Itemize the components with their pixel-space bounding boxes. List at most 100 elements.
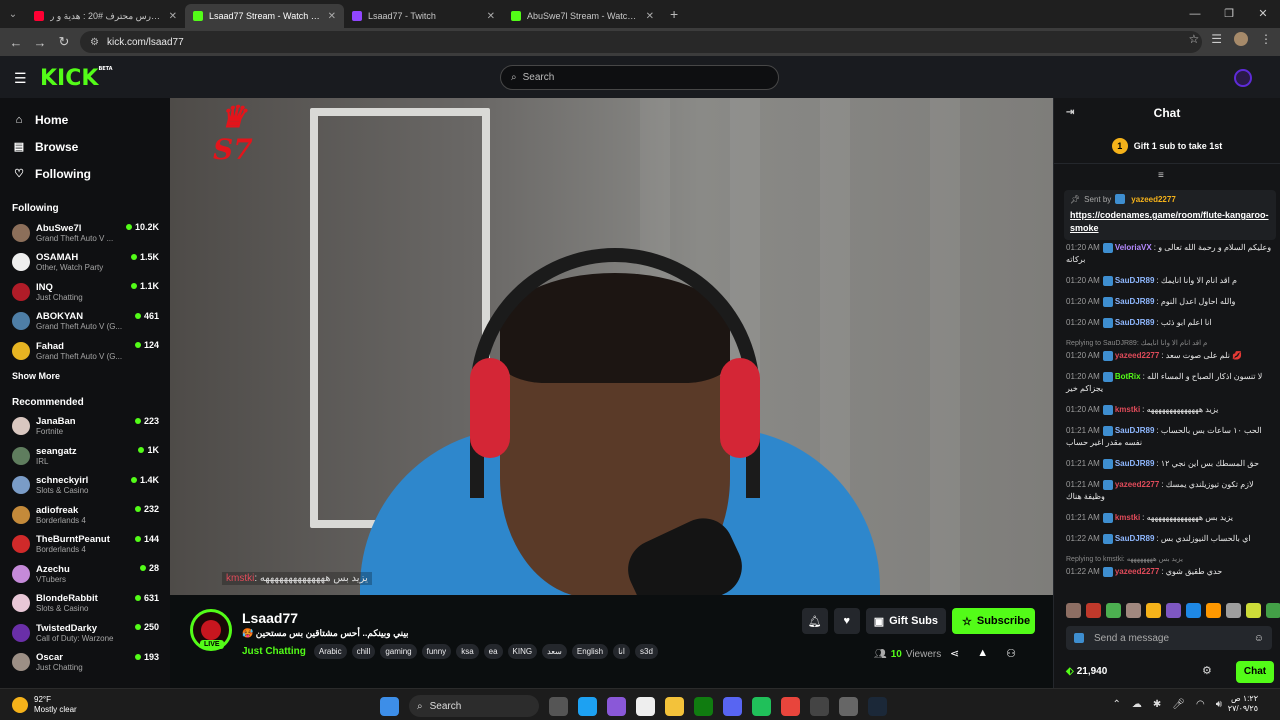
- sidebar-channel[interactable]: JanaBan Fortnite 223: [0, 412, 170, 442]
- category-link[interactable]: Just Chatting: [242, 646, 306, 657]
- hamburger-menu-icon[interactable]: ☰: [14, 70, 27, 87]
- emote-icon[interactable]: [1086, 603, 1101, 618]
- sidebar-channel[interactable]: schneckyirl Slots & Casino 1.4K: [0, 471, 170, 501]
- share-icon[interactable]: ⋖: [950, 647, 959, 660]
- subscribe-button[interactable]: ☆ Subscribe: [952, 608, 1035, 634]
- chrome-icon[interactable]: [781, 696, 800, 716]
- sidebar-browse[interactable]: ▤ Browse: [0, 133, 170, 160]
- emoji-picker-icon[interactable]: ☺: [1254, 633, 1264, 644]
- emote-icon[interactable]: [1066, 603, 1081, 618]
- close-tab-icon[interactable]: ✕: [328, 11, 336, 22]
- copilot-icon[interactable]: [607, 696, 626, 716]
- discord-icon[interactable]: [723, 696, 742, 716]
- settings-icon[interactable]: [839, 696, 858, 716]
- close-tab-icon[interactable]: ✕: [646, 11, 654, 22]
- store-icon[interactable]: [636, 696, 655, 716]
- browser-tab[interactable]: حلم حارس محترف #20 : هدية و ر ✕: [26, 4, 185, 28]
- show-more-link[interactable]: Show More: [0, 371, 170, 381]
- back-icon[interactable]: ←: [4, 35, 28, 50]
- sidebar-channel[interactable]: INQ Just Chatting 1.1K: [0, 277, 170, 307]
- sidebar-channel[interactable]: OSAMAH Other, Watch Party 1.5K: [0, 248, 170, 278]
- kick-logo[interactable]: KICKBETA: [40, 66, 113, 91]
- message-username[interactable]: kmstki: [1115, 405, 1140, 414]
- channel-name[interactable]: Lsaad77: [242, 610, 298, 626]
- new-tab-icon[interactable]: +: [662, 6, 686, 22]
- message-username[interactable]: SauDJR89: [1115, 318, 1155, 327]
- chat-input[interactable]: Send a message ☺: [1066, 626, 1272, 650]
- emote-icon[interactable]: [1146, 603, 1161, 618]
- sidebar-channel[interactable]: Azechu VTubers 28: [0, 559, 170, 589]
- volume-icon[interactable]: 🔊︎: [1216, 699, 1222, 710]
- emote-icon[interactable]: [1166, 603, 1181, 618]
- steam-icon[interactable]: [868, 696, 887, 716]
- message-username[interactable]: yazeed2277: [1115, 480, 1159, 489]
- task-view-icon[interactable]: [549, 696, 568, 716]
- message-username[interactable]: VeloriaVX: [1115, 243, 1152, 252]
- sidebar-following[interactable]: ♡ Following: [0, 160, 170, 187]
- file-explorer-icon[interactable]: [665, 696, 684, 716]
- stream-tag[interactable]: سعد: [542, 644, 567, 659]
- url-field[interactable]: ⚙ kick.com/lsaad77: [80, 31, 1202, 53]
- chat-settings-icon[interactable]: ⚙: [1202, 664, 1212, 677]
- stream-tag[interactable]: English: [571, 644, 609, 659]
- sidebar-home[interactable]: ⌂ Home: [0, 106, 170, 133]
- reload-icon[interactable]: ↻: [52, 34, 76, 50]
- gift-subs-button[interactable]: ▣ Gift Subs: [865, 608, 946, 634]
- message-username[interactable]: SauDJR89: [1115, 297, 1155, 306]
- message-username[interactable]: SauDJR89: [1115, 276, 1155, 285]
- profile-avatar[interactable]: [1234, 32, 1248, 46]
- stream-tag[interactable]: انا: [613, 644, 631, 659]
- obs-icon[interactable]: [810, 696, 829, 716]
- message-username[interactable]: SauDJR89: [1115, 459, 1155, 468]
- browser-tab-active[interactable]: Lsaad77 Stream - Watch Live o ✕: [185, 4, 344, 28]
- sidebar-channel[interactable]: BlondeRabbit Slots & Casino 631: [0, 589, 170, 619]
- sidebar-channel[interactable]: TwistedDarky Call of Duty: Warzone 250: [0, 618, 170, 648]
- stream-tag[interactable]: Arabic: [313, 644, 347, 659]
- user-avatar[interactable]: [1234, 69, 1252, 87]
- send-chat-button[interactable]: Chat: [1236, 661, 1274, 683]
- site-info-icon[interactable]: ⚙: [90, 37, 99, 48]
- stream-tag[interactable]: ea: [483, 644, 503, 659]
- search-input[interactable]: ⌕ Search: [500, 65, 779, 90]
- pin-toggle-icon[interactable]: ≡: [1158, 170, 1164, 181]
- close-tab-icon[interactable]: ✕: [487, 11, 495, 22]
- message-username[interactable]: yazeed2277: [1115, 567, 1159, 576]
- video-player[interactable]: ♛ S7 kmstki: يزيد بس ههههههههههههههه: [170, 98, 1053, 595]
- stream-tag[interactable]: KING: [507, 644, 538, 659]
- tray-chevron-icon[interactable]: ⌃: [1112, 699, 1120, 710]
- message-username[interactable]: yazeed2277: [1115, 351, 1159, 360]
- browser-tab[interactable]: Lsaad77 - Twitch ✕: [344, 4, 503, 28]
- kick-app-icon[interactable]: [752, 696, 771, 716]
- follow-button[interactable]: ♥: [833, 608, 860, 634]
- gift-sub-banner[interactable]: 1 Gift 1 sub to take 1st: [1054, 128, 1280, 164]
- tab-search-icon[interactable]: ⌄: [0, 0, 26, 28]
- taskbar-search[interactable]: ⌕ Search: [409, 695, 539, 717]
- maximize-icon[interactable]: ❐: [1212, 0, 1246, 28]
- stream-tag[interactable]: ksa: [456, 644, 479, 659]
- sidebar-channel[interactable]: seangatz IRL 1K: [0, 441, 170, 471]
- pinned-username[interactable]: yazeed2277: [1131, 195, 1175, 204]
- xbox-icon[interactable]: [694, 696, 713, 716]
- message-username[interactable]: BotRix: [1115, 372, 1141, 381]
- notification-bell-button[interactable]: 🔔︎: [801, 608, 828, 634]
- stream-tag[interactable]: chill: [351, 644, 376, 659]
- browser-tab[interactable]: AbuSwe7l Stream - Watch Live ✕: [503, 4, 662, 28]
- sidebar-channel[interactable]: Oscar Just Chatting 193: [0, 648, 170, 678]
- emote-icon[interactable]: [1186, 603, 1201, 618]
- sidebar-channel[interactable]: ABOKYAN Grand Theft Auto V (G... 461: [0, 307, 170, 337]
- bluetooth-icon[interactable]: ✱: [1153, 699, 1161, 710]
- pinned-link[interactable]: https://codenames.game/room/flute-kangar…: [1070, 209, 1270, 235]
- emote-icon[interactable]: [1106, 603, 1121, 618]
- onedrive-icon[interactable]: ☁: [1132, 699, 1142, 710]
- emote-icon[interactable]: [1206, 603, 1221, 618]
- collapse-chat-icon[interactable]: ⇥: [1066, 107, 1074, 118]
- close-tab-icon[interactable]: ✕: [169, 11, 177, 22]
- mic-icon[interactable]: 🎤︎: [1172, 699, 1185, 710]
- emote-icon[interactable]: [1126, 603, 1141, 618]
- sidebar-channel[interactable]: Fahad Grand Theft Auto V (G... 124: [0, 336, 170, 366]
- message-username[interactable]: SauDJR89: [1115, 426, 1155, 435]
- reading-list-icon[interactable]: ☰: [1211, 32, 1222, 46]
- sidebar-channel[interactable]: AbuSwe7l Grand Theft Auto V ... 10.2K: [0, 218, 170, 248]
- minimize-icon[interactable]: —: [1178, 0, 1212, 28]
- forward-icon[interactable]: →: [28, 35, 52, 50]
